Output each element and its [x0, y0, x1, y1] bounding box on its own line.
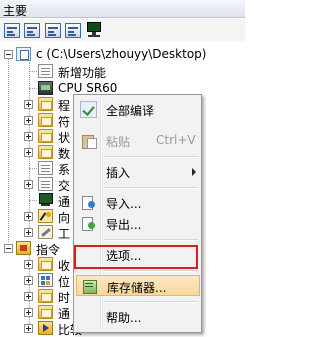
document-icon [38, 161, 53, 175]
view-props-icon[interactable] [65, 23, 81, 38]
toolbar [0, 19, 245, 41]
library-icon [81, 278, 98, 295]
wand-icon [38, 209, 53, 223]
menu-item-label: 库存储器... [107, 281, 167, 295]
tools-icon [38, 225, 53, 239]
view-details-icon[interactable] [24, 23, 40, 38]
expand-toggle[interactable] [24, 148, 33, 157]
menu-separator [104, 187, 198, 189]
panel-title: 主要 [3, 4, 28, 18]
tree-item-label: 新增功能 [58, 66, 107, 80]
clock-icon [38, 289, 53, 303]
submenu-arrow-icon [192, 168, 196, 176]
expand-toggle[interactable] [24, 292, 33, 301]
context-menu: 全部编译 粘贴 Ctrl+V 插入 导入... 导出... 选项... 库存储器… [73, 94, 202, 333]
menu-item-compile-all[interactable]: 全部编译 [76, 99, 200, 120]
collapse-toggle[interactable] [4, 50, 13, 59]
tree-item-label: c (C:\Users\zhouyy\Desktop) [36, 47, 207, 61]
export-icon [80, 215, 97, 232]
folder-icon [38, 257, 53, 271]
expand-toggle[interactable] [24, 116, 33, 125]
expand-toggle[interactable] [24, 212, 33, 221]
tree-guide-line [29, 168, 37, 169]
monitor-icon [38, 193, 53, 207]
plc-icon [38, 81, 53, 95]
tree-item-new-feature[interactable]: 新增功能 [0, 63, 245, 80]
menu-item-help[interactable]: 帮助... [76, 306, 200, 327]
highlight-annotation-box [74, 245, 198, 269]
folder-icon [38, 113, 53, 127]
document-icon [38, 64, 53, 78]
view-tree-icon[interactable] [45, 23, 61, 38]
menu-separator [104, 239, 198, 241]
menu-item-label: 全部编译 [106, 104, 155, 118]
folder-icon [38, 305, 53, 319]
menu-item-label: 导出... [106, 218, 142, 232]
menu-separator [104, 156, 198, 158]
menu-item-paste[interactable]: 粘贴 Ctrl+V [76, 130, 200, 151]
tree-guide-line [29, 71, 37, 72]
menu-item-label: 导入... [106, 197, 142, 211]
menu-item-label: 插入 [106, 166, 131, 180]
collapse-toggle[interactable] [4, 244, 13, 253]
folder-icon [38, 145, 53, 159]
menu-item-label: 帮助... [106, 311, 142, 325]
compare-icon [38, 321, 53, 335]
tree-item-root[interactable]: c (C:\Users\zhouyy\Desktop) [0, 46, 245, 62]
tree-guide-line [29, 88, 37, 89]
document-icon [38, 177, 53, 191]
menu-item-insert[interactable]: 插入 [76, 161, 200, 182]
menu-item-library-memory[interactable]: 库存储器... [76, 275, 200, 296]
expand-toggle[interactable] [24, 260, 33, 269]
folder-icon [38, 129, 53, 143]
menu-item-import[interactable]: 导入... [76, 192, 200, 213]
tree-guide-line [29, 200, 37, 201]
view-list-icon[interactable] [4, 23, 20, 38]
shortcut-label: Ctrl+V [156, 133, 196, 147]
paste-icon [80, 132, 97, 149]
project-icon [16, 47, 31, 61]
expand-toggle[interactable] [24, 180, 33, 189]
monitor-icon[interactable] [86, 22, 102, 39]
menu-item-export[interactable]: 导出... [76, 213, 200, 234]
instruction-folder-icon [16, 241, 31, 255]
expand-toggle[interactable] [24, 324, 33, 333]
expand-toggle[interactable] [24, 308, 33, 317]
expand-toggle[interactable] [24, 276, 33, 285]
expand-toggle[interactable] [24, 100, 33, 109]
menu-separator [104, 270, 198, 272]
expand-toggle[interactable] [24, 228, 33, 237]
menu-item-label: 粘贴 [106, 135, 131, 149]
expand-toggle[interactable] [24, 132, 33, 141]
bit-logic-icon [38, 273, 53, 287]
tree-item-label: CPU SR60 [58, 81, 118, 95]
menu-separator [104, 301, 198, 303]
import-icon [80, 194, 97, 211]
compile-check-icon [80, 101, 97, 118]
folder-icon [38, 97, 53, 111]
panel-title-bar: 主要 [0, 0, 245, 18]
